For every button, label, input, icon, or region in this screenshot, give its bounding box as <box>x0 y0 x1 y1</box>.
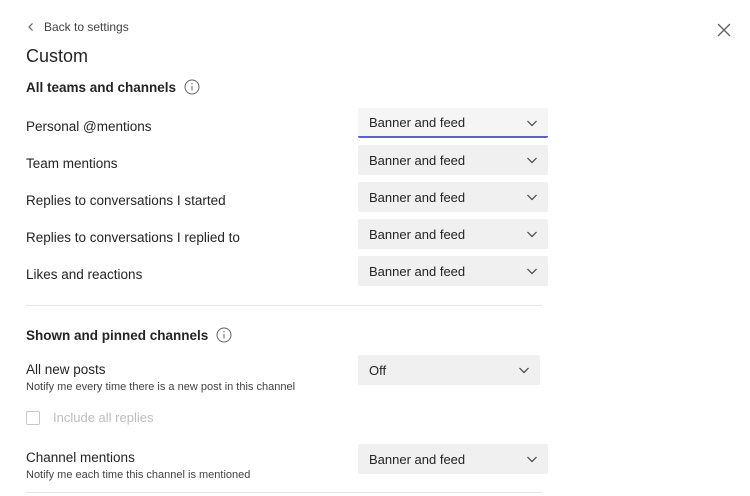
dropdown-value: Banner and feed <box>369 226 466 242</box>
row-label-likes-reactions: Likes and reactions <box>26 267 143 282</box>
close-icon[interactable] <box>716 22 732 38</box>
dropdown-replies-started[interactable]: Banner and feed <box>358 182 548 212</box>
dropdown-all-new-posts[interactable]: Off <box>358 355 540 385</box>
include-all-replies-checkbox[interactable] <box>26 410 40 425</box>
row-label-replies-started: Replies to conversations I started <box>26 193 226 208</box>
section-heading-shown-pinned: Shown and pinned channels <box>26 327 232 343</box>
back-link-label: Back to settings <box>44 20 129 34</box>
info-icon[interactable] <box>216 327 232 343</box>
info-icon[interactable] <box>184 79 200 95</box>
chevron-down-icon <box>526 265 538 277</box>
dropdown-team-mentions[interactable]: Banner and feed <box>358 145 548 175</box>
row-label-replies-replied: Replies to conversations I replied to <box>26 230 240 245</box>
page-title: Custom <box>26 46 89 66</box>
chevron-down-icon <box>526 453 538 465</box>
include-all-replies-row[interactable]: Include all replies <box>26 410 153 425</box>
section-heading-all-teams: All teams and channels <box>26 79 200 95</box>
chevron-down-icon <box>526 191 538 203</box>
row-label-all-new-posts: All new posts <box>26 362 106 377</box>
dropdown-value: Banner and feed <box>369 189 466 205</box>
row-label-channel-mentions: Channel mentions <box>26 450 135 465</box>
include-all-replies-label: Include all replies <box>53 410 154 425</box>
row-label-personal-mentions: Personal @mentions <box>26 119 152 134</box>
section-divider <box>26 305 542 306</box>
row-description-channel-mentions: Notify me each time this channel is ment… <box>26 469 251 481</box>
chevron-left-icon <box>24 20 38 34</box>
dropdown-personal-mentions[interactable]: Banner and feed <box>358 108 548 138</box>
chevron-down-icon <box>526 154 538 166</box>
chevron-down-icon <box>526 117 538 129</box>
dropdown-replies-replied[interactable]: Banner and feed <box>358 219 548 249</box>
chevron-down-icon <box>518 364 530 376</box>
dropdown-channel-mentions[interactable]: Banner and feed <box>358 444 548 474</box>
dropdown-value: Off <box>369 362 387 378</box>
dropdown-value: Banner and feed <box>369 451 466 467</box>
dropdown-value: Banner and feed <box>369 263 466 279</box>
section-divider <box>26 492 542 493</box>
dropdown-likes-reactions[interactable]: Banner and feed <box>358 256 548 286</box>
dropdown-value: Banner and feed <box>369 114 466 130</box>
row-description-all-new-posts: Notify me every time there is a new post… <box>26 381 296 393</box>
section-heading-label: Shown and pinned channels <box>26 327 209 343</box>
row-label-team-mentions: Team mentions <box>26 156 118 171</box>
back-to-settings-link[interactable]: Back to settings <box>24 20 129 34</box>
section-heading-label: All teams and channels <box>26 79 177 95</box>
chevron-down-icon <box>526 228 538 240</box>
dropdown-value: Banner and feed <box>369 152 466 168</box>
